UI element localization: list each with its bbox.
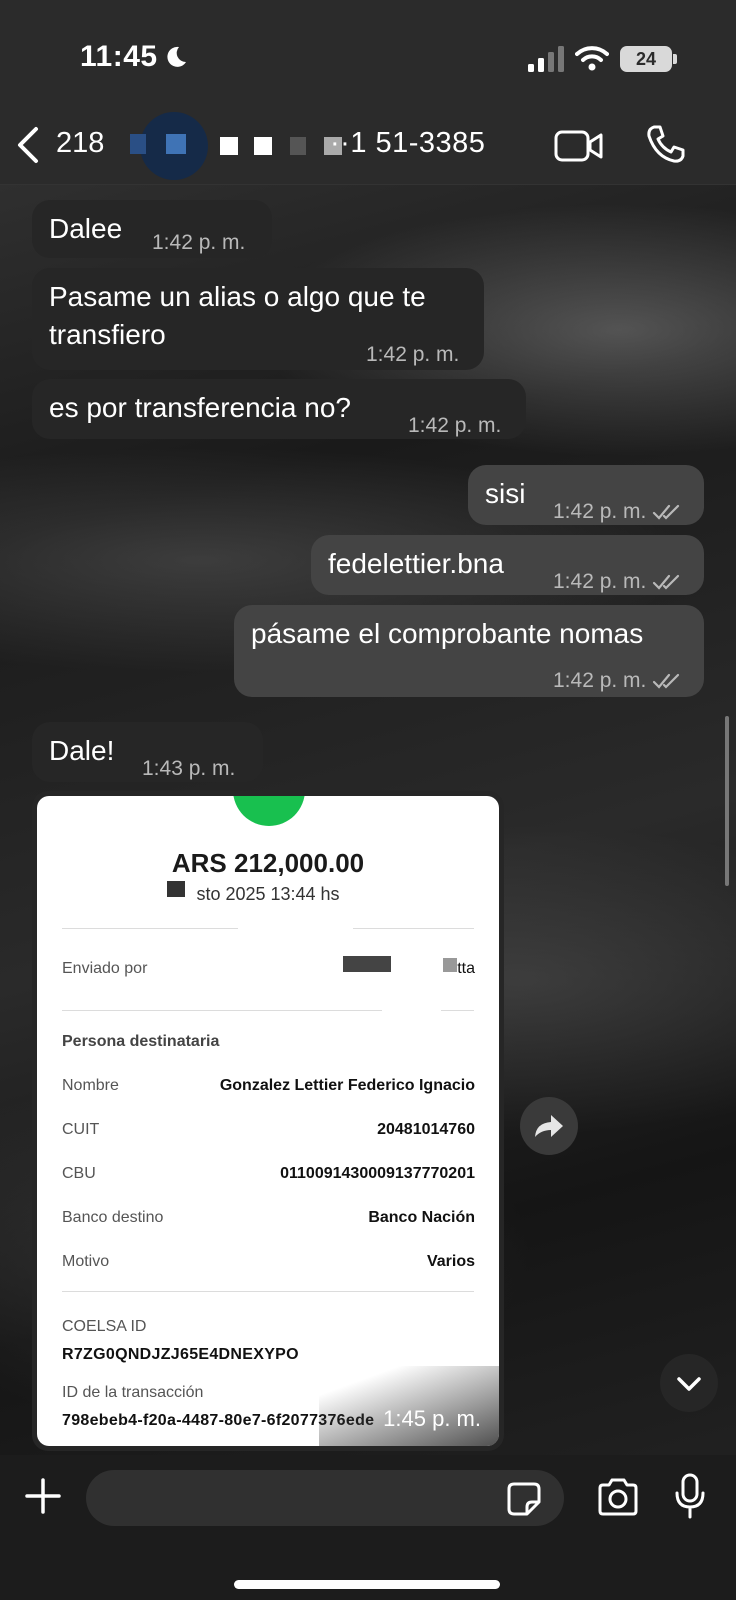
message-bubble-incoming[interactable]: Dalee 1:42 p. m.: [32, 200, 272, 258]
receipt-row-value: 0110091430009137770201: [280, 1165, 475, 1182]
double-check-icon: [653, 575, 680, 591]
forward-arrow-icon: [535, 1115, 563, 1137]
scroll-to-bottom-button[interactable]: [660, 1354, 718, 1412]
wifi-icon: [575, 46, 609, 71]
message-text: fedelettier.bna: [328, 548, 504, 579]
plus-icon[interactable]: [24, 1477, 62, 1515]
redaction-block: [443, 958, 457, 972]
receipt-row-label: CUIT: [62, 1121, 100, 1138]
home-indicator[interactable]: [234, 1580, 500, 1589]
message-input[interactable]: [86, 1470, 564, 1526]
status-bar: 11:45 24: [0, 0, 736, 110]
microphone-icon[interactable]: [674, 1473, 706, 1519]
status-time: 11:45: [80, 40, 158, 73]
coelsa-id-value: R7ZG0QNDJZJ65E4DNEXYPO: [62, 1346, 299, 1363]
recipient-section-title: Persona destinataria: [62, 1033, 220, 1050]
message-time: 1:42 p. m.: [366, 343, 460, 366]
back-unread-count[interactable]: 218: [56, 127, 104, 160]
message-time: 1:42 p. m.: [553, 669, 647, 692]
sent-by-label: Enviado por: [62, 960, 148, 977]
receipt-row-value: Gonzalez Lettier Federico Ignacio: [219, 1077, 475, 1094]
message-bubble-outgoing[interactable]: sisi 1:42 p. m.: [468, 465, 704, 525]
divider: [62, 1291, 474, 1292]
transaction-id-label: ID de la transacción: [62, 1384, 204, 1401]
receipt-row-label: CBU: [62, 1165, 96, 1182]
redaction-block: [254, 137, 272, 155]
scrollbar[interactable]: [725, 716, 729, 886]
receipt-row-value: 20481014760: [377, 1121, 475, 1138]
double-check-icon: [653, 505, 680, 521]
moon-icon: [167, 46, 186, 67]
message-time: 1:42 p. m.: [553, 500, 647, 523]
avatar[interactable]: [130, 112, 208, 180]
message-bubble-outgoing[interactable]: pásame el comprobante nomas 1:42 p. m.: [234, 605, 704, 697]
sticker-icon[interactable]: [506, 1481, 542, 1517]
receipt-row-value: Varios: [426, 1253, 475, 1270]
image-message[interactable]: ARS 212,000.00 sto 2025 13:44 hs Enviado…: [32, 791, 504, 1451]
message-time: 1:45 p. m.: [383, 1406, 481, 1431]
battery-nub: [673, 54, 677, 64]
receipt-row-label: Nombre: [62, 1077, 119, 1094]
composer-bar: [0, 1455, 736, 1600]
camera-icon[interactable]: [596, 1477, 640, 1517]
divider: [441, 1010, 474, 1011]
redaction-block: [167, 881, 185, 897]
message-text: Dalee: [49, 213, 123, 244]
cellular-signal-icon: [528, 46, 564, 72]
battery-level: 24: [620, 46, 672, 72]
message-bubble-incoming[interactable]: Dale! 1:43 p. m.: [32, 722, 263, 782]
forward-button[interactable]: [520, 1097, 578, 1155]
message-time: 1:42 p. m.: [553, 570, 647, 593]
redaction-block: [220, 137, 238, 155]
double-check-icon: [653, 674, 680, 690]
divider: [62, 1010, 382, 1011]
chevron-left-icon[interactable]: [14, 125, 42, 165]
divider: [62, 928, 238, 929]
message-meta: 1:42 p. m.: [553, 563, 682, 601]
message-text: sisi: [485, 478, 526, 509]
sent-by-value: tta: [457, 960, 475, 977]
message-time: 1:42 p. m.: [408, 414, 502, 437]
contact-name[interactable]: ··1 51-3385: [330, 127, 485, 160]
receipt-row-label: Banco destino: [62, 1209, 164, 1226]
message-text: pásame el comprobante nomas: [251, 618, 644, 649]
video-camera-icon[interactable]: [554, 128, 604, 164]
message-time: 1:42 p. m.: [152, 231, 246, 254]
receipt-row-value: Banco Nación: [368, 1209, 475, 1226]
transfer-amount: ARS 212,000.00: [171, 848, 365, 878]
chevron-down-icon: [677, 1377, 701, 1391]
coelsa-id-label: COELSA ID: [62, 1318, 147, 1335]
message-time: 1:43 p. m.: [142, 757, 236, 780]
message-bubble-incoming[interactable]: Pasame un alias o algo que te transfiero…: [32, 268, 484, 370]
message-bubble-incoming[interactable]: es por transferencia no? 1:42 p. m.: [32, 379, 526, 439]
message-text: es por transferencia no?: [49, 392, 351, 423]
message-text: Dale!: [49, 735, 115, 766]
redaction-block: [343, 956, 391, 972]
chat-header: 218 ··1 51-3385: [0, 110, 736, 185]
message-text-line: Pasame un alias o algo que te: [49, 281, 426, 312]
message-meta: 1:42 p. m.: [553, 493, 682, 531]
divider: [353, 928, 474, 929]
redaction-block: [290, 137, 306, 155]
phone-icon[interactable]: [646, 124, 686, 164]
message-meta: 1:42 p. m.: [553, 662, 682, 700]
message-bubble-outgoing[interactable]: fedelettier.bna 1:42 p. m.: [311, 535, 704, 595]
success-check-badge: [233, 796, 305, 826]
transfer-receipt-image[interactable]: ARS 212,000.00 sto 2025 13:44 hs Enviado…: [37, 796, 499, 1446]
receipt-row-label: Motivo: [62, 1253, 110, 1270]
transfer-date: sto 2025 13:44 hs: [196, 884, 340, 904]
